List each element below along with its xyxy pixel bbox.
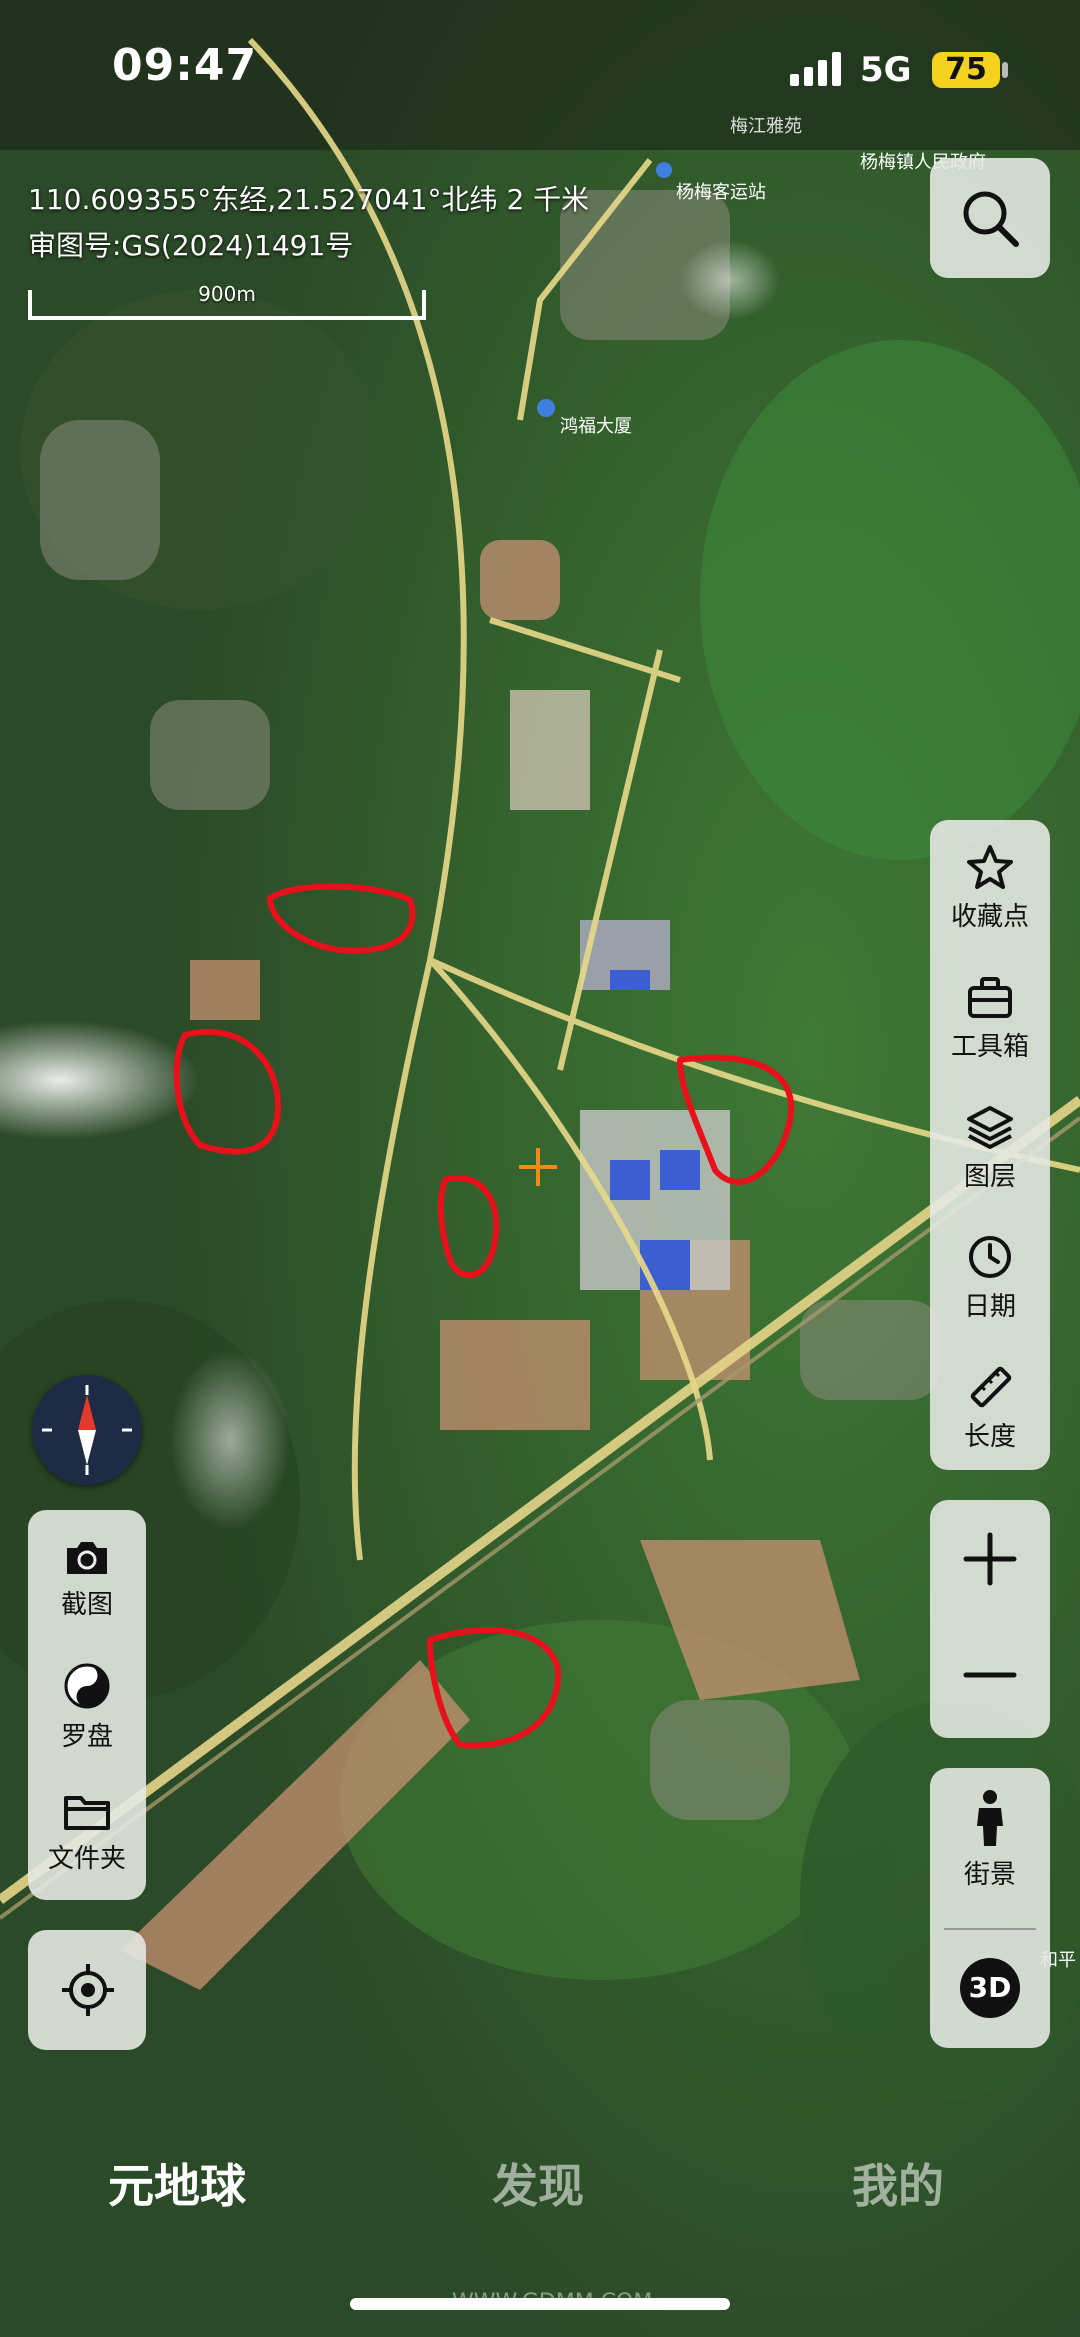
scale-bar: 900m [28,282,426,320]
map-approval-number: 审图号:GS(2024)1491号 [28,229,354,262]
toolbox-button[interactable]: 工具箱 [930,974,1050,1063]
left-tool-panel: 截图 罗盘 文件夹 [28,1510,146,1900]
screenshot-label: 截图 [60,1590,113,1620]
battery-tip [1002,62,1008,78]
favorites-button[interactable]: 收藏点 [930,844,1050,933]
street-view-button[interactable]: 街景 [930,1788,1050,1891]
yin-yang-icon [64,1663,110,1709]
ruler-icon [970,1366,1012,1408]
parking-icon[interactable] [537,399,555,417]
layers-label: 图层 [963,1162,1016,1192]
view-mode-panel: 街景 3D [930,1768,1050,2048]
date-label: 日期 [963,1292,1016,1322]
map-label-bus-station[interactable]: 杨梅客运站 [676,182,766,203]
folder-label: 文件夹 [47,1844,126,1874]
folder-icon [64,1796,110,1830]
toolbox-label: 工具箱 [950,1032,1029,1062]
folder-button[interactable]: 文件夹 [28,1792,146,1875]
locate-icon [62,1964,114,2016]
bottom-tab-bar: 元地球 发现 我的 [0,2150,1080,2230]
date-button[interactable]: 日期 [930,1234,1050,1323]
camera-icon [67,1542,107,1574]
compass-icon [42,1385,132,1475]
coordinates-readout: 110.609355°东经,21.527041°北纬 2 千米 [28,183,590,216]
search-icon [963,191,1019,247]
zoom-panel [930,1500,1050,1738]
screenshot-button[interactable]: 截图 [28,1538,146,1621]
zoom-out-button[interactable] [930,1620,1050,1738]
right-tool-panel: 收藏点 工具箱 图层 日期 长度 [930,820,1050,1470]
street-view-label: 街景 [963,1860,1016,1890]
person-icon [977,1790,1003,1846]
search-button[interactable] [930,158,1050,278]
locate-button[interactable] [28,1930,146,2050]
layers-icon [967,1106,1013,1149]
status-time: 09:47 [112,40,258,91]
cellular-signal-icon [790,52,841,86]
satellite-map[interactable]: 杨梅镇人民政府 杨梅客运站 梅江雅苑 鸿福大厦 和平 [0,0,1080,2337]
zoom-in-button[interactable] [930,1500,1050,1618]
map-label-building[interactable]: 鸿福大厦 [560,416,632,437]
favorites-label: 收藏点 [950,902,1029,932]
compass-button[interactable] [32,1375,142,1485]
compass-tool-button[interactable]: 罗盘 [28,1662,146,1753]
scale-label: 900m [198,282,256,306]
network-type: 5G [860,50,912,90]
plus-icon [963,1532,1017,1586]
tab-earth[interactable]: 元地球 [108,2150,246,2216]
status-bar: 09:47 5G 75 [0,0,1080,140]
divider [944,1928,1036,1930]
minus-icon [963,1672,1017,1678]
tab-discover[interactable]: 发现 [492,2150,584,2216]
home-indicator[interactable] [350,2298,730,2310]
battery-icon: 75 [932,52,1000,88]
clock-icon [969,1236,1011,1278]
length-label: 长度 [963,1422,1016,1452]
toolbox-icon [968,977,1012,1018]
length-button[interactable]: 长度 [930,1364,1050,1453]
compass-tool-label: 罗盘 [60,1722,113,1752]
layers-button[interactable]: 图层 [930,1104,1050,1193]
3d-toggle-button[interactable]: 3D [960,1958,1020,2018]
bus-station-icon[interactable] [656,162,672,178]
tab-mine[interactable]: 我的 [852,2150,944,2216]
star-icon [967,845,1013,889]
